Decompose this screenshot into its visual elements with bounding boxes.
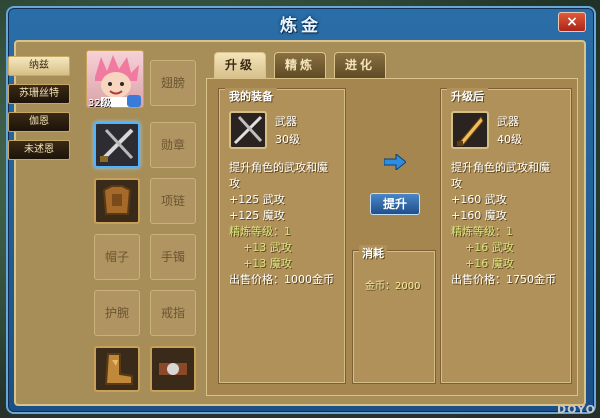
weapon-slot[interactable] [94,122,140,168]
accessory-slot[interactable] [150,346,196,392]
sword-icon [233,115,263,145]
cost-panel: 消耗 金币：2000 [352,245,436,384]
watermark: DOYO [556,403,596,416]
character-level: 32级 [88,98,111,109]
upgraded-refine-magic: +16 魔攻 [465,257,514,270]
current-refine-physical: +13 武攻 [243,241,292,254]
blade-icon [457,116,484,146]
tab-refine[interactable]: 精炼 [274,52,326,78]
current-refine-level: 精炼等级：1 [229,225,291,238]
upgraded-refine-physical: +16 武攻 [465,241,514,254]
belt-icon [157,361,189,377]
after-upgrade-title: 升级后 [447,88,488,104]
upgraded-item-name: 武器 [497,115,519,128]
armor-slot[interactable] [94,178,140,224]
side-tab-character-3[interactable]: 伽恩 [8,112,70,132]
upgraded-item-level: 40级 [497,133,522,146]
tab-upgrade[interactable]: 升级 [214,52,266,78]
side-tab-character-1[interactable]: 纳兹 [8,56,70,76]
current-desc-line1: 提升角色的武攻和魔 [229,161,328,174]
my-equipment-panel: 我的装备 武器 30级 提升角色的武攻和魔 攻 +125 武攻 +125 魔攻 … [218,88,346,384]
right-arrow-icon [384,154,406,170]
upgraded-desc-line2: 攻 [451,177,462,190]
cost-value: 金币：2000 [365,281,421,292]
current-weapon-icon-box[interactable] [229,111,267,149]
armor-icon [102,185,132,215]
current-stat-physical: +125 武攻 [229,193,285,206]
upgraded-desc-line1: 提升角色的武攻和魔 [451,161,550,174]
wings-slot[interactable]: 翅膀 [150,60,196,106]
close-button[interactable]: × [558,12,586,32]
title-bar: 炼金 × [8,8,594,36]
side-tab-character-4[interactable]: 未述恩 [8,140,70,160]
current-item-name: 武器 [275,115,297,128]
cost-title: 消耗 [359,245,387,261]
upgraded-stat-physical: +160 武攻 [451,193,507,206]
medal-slot[interactable]: 勋章 [150,122,196,168]
upgraded-sell-price: 出售价格：1750金币 [451,273,556,286]
bracelet-slot[interactable]: 手镯 [150,234,196,280]
boots-icon [104,353,133,385]
current-desc-line2: 攻 [229,177,240,190]
ring-slot[interactable]: 戒指 [150,290,196,336]
current-item-level: 30级 [275,133,300,146]
boots-slot[interactable] [94,346,140,392]
necklace-slot[interactable]: 项链 [150,178,196,224]
sword-icon [100,128,134,162]
my-equipment-title: 我的装备 [225,88,277,104]
upgrade-button[interactable]: 提升 [370,193,420,215]
window-title: 炼金 [280,16,322,36]
hat-slot[interactable]: 帽子 [94,234,140,280]
current-sell-price: 出售价格：1000金币 [229,273,334,286]
side-tab-character-2[interactable]: 苏珊丝特 [8,84,70,104]
current-refine-magic: +13 魔攻 [243,257,292,270]
upgraded-stat-magic: +160 魔攻 [451,209,507,222]
wristguard-slot[interactable]: 护腕 [94,290,140,336]
upgraded-weapon-icon-box[interactable] [451,111,489,149]
after-upgrade-panel: 升级后 武器 40级 提升角色的武攻和魔 攻 +160 武攻 +160 魔攻 精… [440,88,572,384]
upgraded-refine-level: 精炼等级：1 [451,225,513,238]
tab-evolve[interactable]: 进化 [334,52,386,78]
current-stat-magic: +125 魔攻 [229,209,285,222]
